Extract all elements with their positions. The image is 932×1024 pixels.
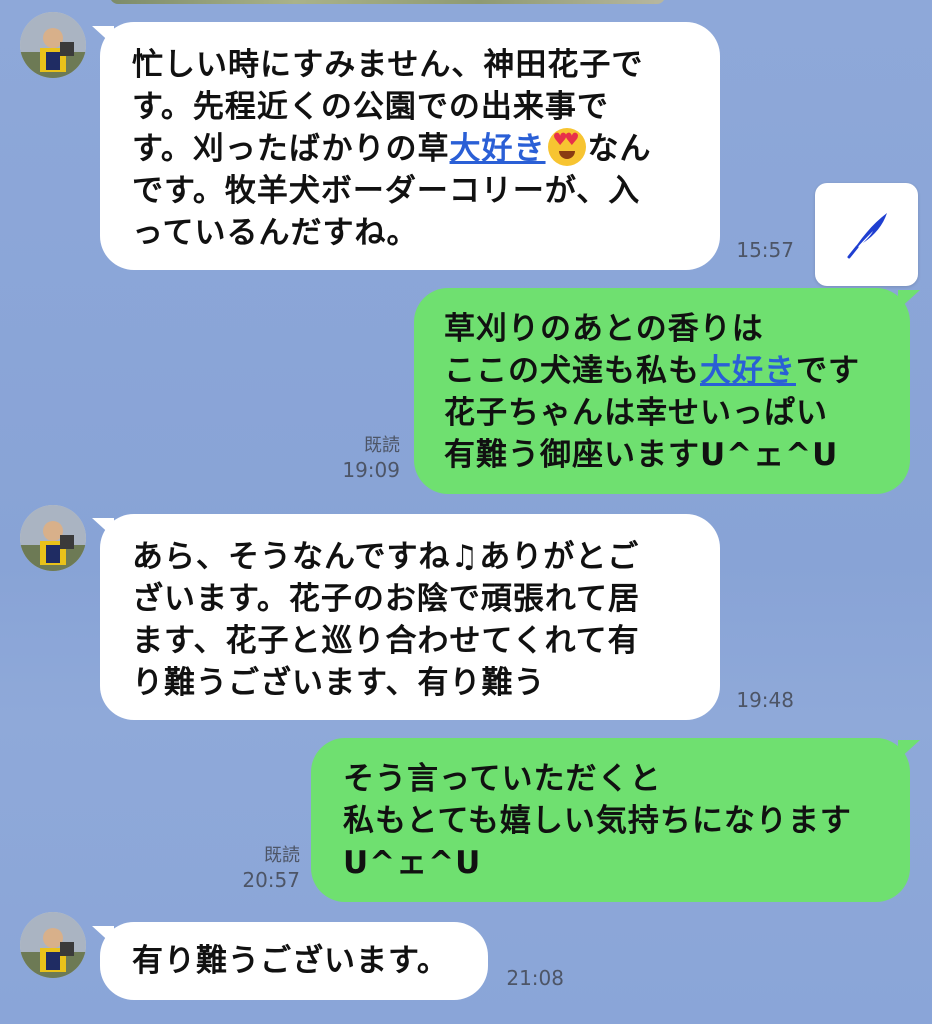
message-text-line: 花子ちゃんは幸せいっぱい — [444, 395, 828, 431]
user-avatar[interactable] — [20, 12, 86, 78]
timestamp: 15:57 — [736, 238, 794, 262]
message-text-line: 有り難うございます。 — [132, 943, 449, 979]
music-note-emoji: ♫ — [450, 539, 480, 575]
message-meta: 既読 19:09 — [320, 434, 400, 482]
message-meta: 既読 20:57 — [220, 844, 300, 892]
share-button[interactable] — [815, 183, 918, 286]
read-receipt: 既読 — [364, 435, 400, 456]
message-bubble-incoming[interactable]: 有り難うございます。 — [100, 922, 488, 1000]
message-meta: 19:48 — [722, 688, 794, 712]
message-text: ありがとご — [479, 539, 640, 575]
message-text-line: ます、花子と巡り合わせてくれて有 — [132, 623, 640, 659]
timestamp: 19:09 — [342, 458, 400, 482]
message-text-line: 私もとても嬉しい気持ちになります — [343, 803, 852, 839]
read-receipt: 既読 — [264, 845, 300, 866]
message-text-line: 草刈りのあとの香りは — [444, 311, 764, 347]
message-meta: 15:57 — [722, 238, 794, 262]
message-text-line: 有難う御座いますU^ェ^U — [444, 437, 839, 473]
message-text-line: す。刈ったばかりの草大好き なん — [132, 128, 720, 170]
message-meta: 21:08 — [492, 966, 564, 990]
keyword-link[interactable]: 大好き — [450, 131, 546, 167]
message-text: す。刈ったばかりの草 — [132, 131, 450, 167]
timestamp: 21:08 — [506, 966, 564, 990]
bubble-tail — [898, 290, 920, 310]
message-text-line: り難うございます、有り難う — [132, 665, 546, 701]
timestamp: 20:57 — [242, 868, 300, 892]
previous-image-message[interactable] — [110, 0, 665, 4]
bubble-tail — [898, 740, 920, 760]
message-bubble-incoming[interactable]: あら、そうなんですね♫ありがとご ざいます。花子のお陰で頑張れて居 ます、花子と… — [100, 514, 720, 720]
keyword-link[interactable]: 大好き — [700, 353, 796, 389]
message-text: ここの犬達も私も — [444, 353, 700, 389]
user-avatar[interactable] — [20, 505, 86, 571]
message-text: あら、そうなんですね — [132, 539, 451, 575]
message-text-line: そう言っていただくと — [343, 761, 662, 797]
message-text: です — [796, 353, 860, 389]
message-text-line: 忙しい時にすみません、神田花子で — [132, 47, 644, 83]
message-text-line: っているんだすね。 — [132, 215, 419, 251]
message-text-line: U^ェ^U — [343, 845, 482, 881]
message-text-line: です。牧羊犬ボーダーコリーが、入 — [132, 173, 641, 209]
message-text-line: ざいます。花子のお陰で頑張れて居 — [132, 581, 640, 617]
timestamp: 19:48 — [736, 688, 794, 712]
user-avatar[interactable] — [20, 912, 86, 978]
message-bubble-incoming[interactable]: 忙しい時にすみません、神田花子で す。先程近くの公園での出来事で す。刈ったばか… — [100, 22, 720, 270]
message-bubble-outgoing[interactable]: 草刈りのあとの香りは ここの犬達も私も大好きです 花子ちゃんは幸せいっぱい 有難… — [414, 288, 910, 494]
message-bubble-outgoing[interactable]: そう言っていただくと 私もとても嬉しい気持ちになります U^ェ^U — [311, 738, 910, 902]
chat-room[interactable]: 忙しい時にすみません、神田花子で す。先程近くの公園での出来事で す。刈ったばか… — [0, 0, 932, 1024]
message-text-line: す。先程近くの公園での出来事で — [132, 89, 609, 125]
heart-eyes-emoji — [547, 128, 586, 166]
message-text-line: あら、そうなんですね♫ありがとご — [132, 536, 720, 578]
message-text-line: ここの犬達も私も大好きです — [444, 350, 910, 392]
quill-pen-icon — [847, 213, 887, 259]
message-text: なん — [587, 131, 652, 167]
